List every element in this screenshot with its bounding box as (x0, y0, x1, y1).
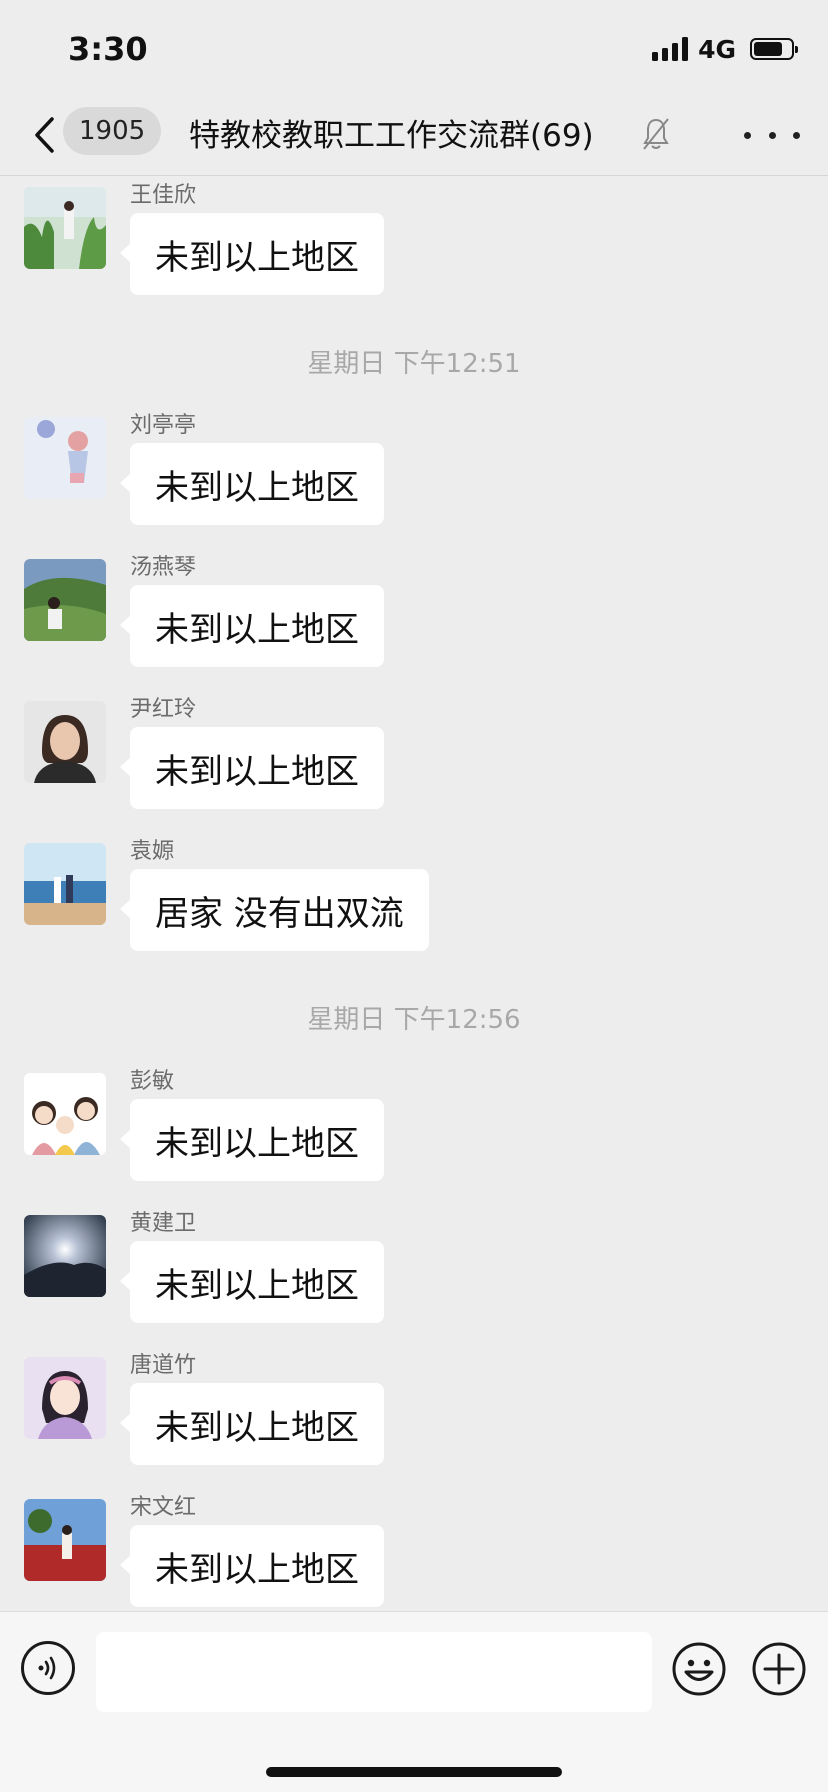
message-bubble[interactable]: 未到以上地区 (120, 585, 384, 667)
bell-slash-icon (643, 118, 669, 150)
avatar[interactable] (24, 1357, 106, 1439)
message-item: 汤燕琴 未到以上地区 (0, 553, 828, 673)
avatar[interactable] (24, 843, 106, 925)
sender-name: 袁嫄 (130, 839, 175, 864)
status-bar: 3:30 4G (0, 0, 828, 96)
sender-name: 彭敏 (130, 1069, 175, 1094)
timestamp: 星期日 下午12:51 (307, 349, 521, 379)
message-bubble[interactable]: 未到以上地区 (120, 443, 384, 525)
sender-name: 汤燕琴 (130, 555, 197, 580)
chat-header: 1905 特教校教职工工作交流群(69) (0, 96, 828, 176)
home-indicator (266, 1767, 562, 1777)
emoji-icon[interactable] (671, 1641, 727, 1697)
battery-icon (750, 38, 798, 60)
chevron-left-icon (35, 117, 54, 153)
sender-name: 刘亭亭 (130, 413, 197, 438)
message-input[interactable] (96, 1632, 652, 1712)
unread-count-badge[interactable]: 1905 (63, 107, 162, 155)
avatar[interactable] (24, 559, 106, 641)
avatar[interactable] (24, 701, 106, 783)
message-bubble[interactable]: 未到以上地区 (120, 1383, 384, 1465)
message-item: 尹红玲 未到以上地区 (0, 695, 828, 815)
message-item: 王佳欣 未到以上地区 (0, 181, 828, 301)
sender-name: 黄建卫 (130, 1211, 197, 1236)
message-item: 黄建卫 未到以上地区 (0, 1209, 828, 1329)
input-bar (0, 1611, 828, 1792)
avatar[interactable] (24, 417, 106, 499)
ellipsis-icon (744, 131, 751, 139)
sender-name: 王佳欣 (130, 183, 197, 208)
sender-name: 唐道竹 (130, 1353, 197, 1378)
message-bubble[interactable]: 未到以上地区 (120, 213, 384, 295)
timestamp: 星期日 下午12:56 (307, 1005, 521, 1035)
plus-icon[interactable] (751, 1641, 807, 1697)
more-button[interactable] (744, 120, 800, 150)
back-button[interactable] (26, 112, 62, 158)
status-icons: 4G (652, 34, 798, 64)
network-type: 4G (698, 34, 736, 64)
signal-icon (652, 37, 689, 61)
message-item: 袁嫄 居家 没有出双流 (0, 837, 828, 957)
message-bubble[interactable]: 未到以上地区 (120, 727, 384, 809)
chat-title: 特教校教职工工作交流群(69) (189, 118, 594, 154)
message-bubble[interactable]: 未到以上地区 (120, 1241, 384, 1323)
message-item: 彭敏 未到以上地区 (0, 1067, 828, 1187)
avatar[interactable] (24, 1215, 106, 1297)
message-list[interactable]: 王佳欣 未到以上地区 星期日 下午12:51 刘亭亭 未到以上地区 汤燕琴 未到… (0, 177, 828, 1611)
voice-icon (38, 1656, 56, 1680)
message-item: 唐道竹 未到以上地区 (0, 1351, 828, 1471)
sender-name: 宋文红 (130, 1495, 197, 1520)
sender-name: 尹红玲 (130, 697, 197, 722)
message-item: 宋文红 未到以上地区 (0, 1493, 828, 1611)
status-time: 3:30 (68, 30, 148, 68)
avatar[interactable] (24, 1499, 106, 1581)
message-bubble[interactable]: 居家 没有出双流 (120, 869, 429, 951)
message-bubble[interactable]: 未到以上地区 (120, 1099, 384, 1181)
message-bubble[interactable]: 未到以上地区 (120, 1525, 384, 1607)
avatar[interactable] (24, 187, 106, 269)
voice-button[interactable] (21, 1641, 75, 1695)
avatar[interactable] (24, 1073, 106, 1155)
message-item: 刘亭亭 未到以上地区 (0, 411, 828, 531)
